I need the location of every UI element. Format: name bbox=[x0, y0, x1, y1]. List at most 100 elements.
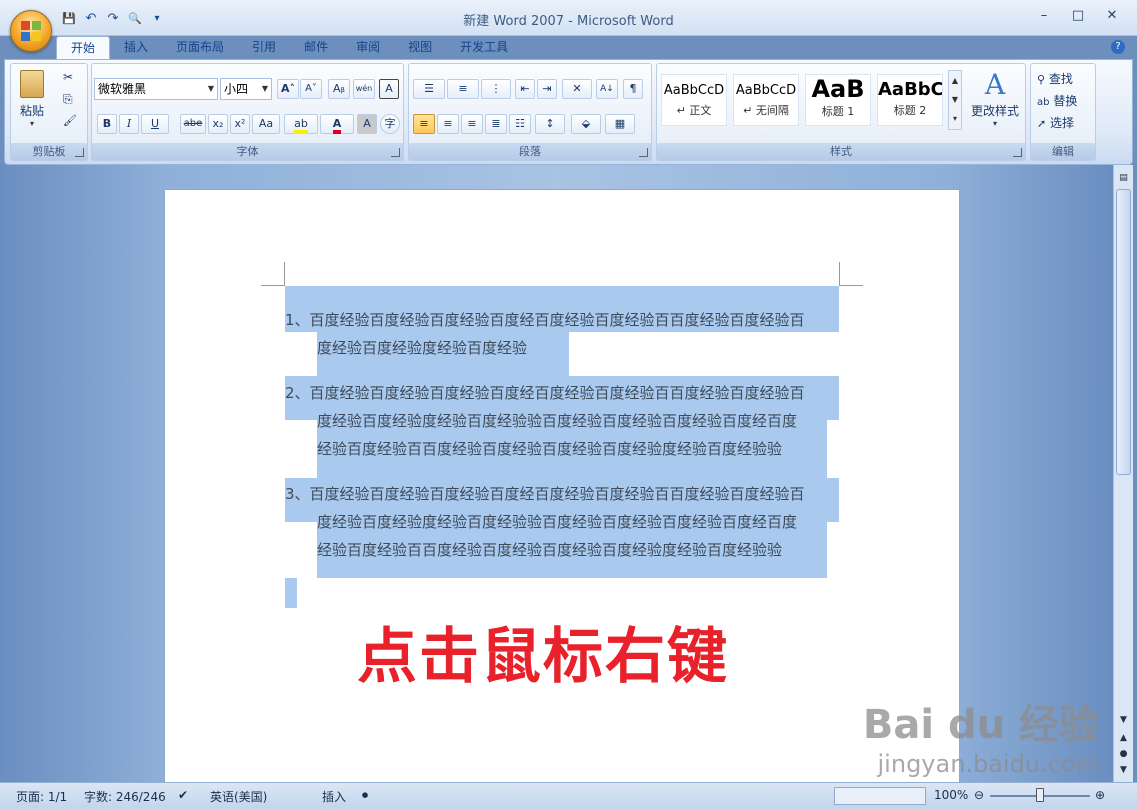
copy-icon[interactable]: ⎘ bbox=[63, 92, 73, 107]
enclose-char-button[interactable]: 字 bbox=[380, 114, 400, 134]
numbering-button[interactable]: ≡ bbox=[447, 79, 479, 99]
style-heading-1[interactable]: AaB 标题 1 bbox=[805, 74, 871, 126]
tab-home[interactable]: 开始 bbox=[56, 36, 111, 60]
justify-button[interactable]: ≣ bbox=[485, 114, 507, 134]
highlight-button[interactable]: ab bbox=[284, 114, 318, 134]
multilevel-list-button[interactable]: ⋮ bbox=[481, 79, 511, 99]
language-indicator[interactable]: 英语(美国) bbox=[210, 788, 267, 805]
paragraph-line[interactable]: 经验百度经验百百度经验百度经验百度经验百度经验度经验百度经验验 bbox=[317, 539, 782, 560]
view-buttons[interactable] bbox=[834, 787, 926, 805]
bullets-button[interactable]: ☰ bbox=[413, 79, 445, 99]
tab-developer[interactable]: 开发工具 bbox=[446, 36, 522, 60]
zoom-in-icon[interactable]: ⊕ bbox=[1095, 788, 1105, 802]
cut-icon[interactable]: ✂ bbox=[63, 70, 73, 84]
font-name-combo[interactable]: 微软雅黑 ▼ bbox=[94, 78, 218, 100]
paragraph-line[interactable]: 1、百度经验百度经验百度经验百度经百度经验百度经验百百度经验百度经验百 bbox=[285, 309, 805, 330]
zoom-slider-thumb[interactable] bbox=[1036, 788, 1044, 802]
format-painter-icon[interactable]: 🖌 bbox=[63, 114, 77, 127]
paragraph-line[interactable]: 2、百度经验百度经验百度经验百度经百度经验百度经验百百度经验百度经验百 bbox=[285, 382, 805, 403]
maximize-button[interactable]: □ bbox=[1061, 6, 1095, 26]
word-count[interactable]: 字数: 246/246 bbox=[84, 788, 166, 805]
chinese-layout-button[interactable]: ✕ bbox=[562, 79, 592, 99]
scroll-down-icon[interactable]: ▼ bbox=[1116, 715, 1131, 727]
decrease-indent-button[interactable]: ⇤ bbox=[515, 79, 535, 99]
undo-icon[interactable]: ↶ bbox=[82, 10, 100, 28]
ruler-toggle-icon[interactable]: ▤ bbox=[1116, 173, 1131, 185]
font-color-button[interactable]: A bbox=[320, 114, 354, 134]
office-button[interactable] bbox=[10, 10, 52, 52]
paragraph-line[interactable]: 经验百度经验百百度经验百度经验百度经验百度经验度经验百度经验验 bbox=[317, 438, 782, 459]
print-preview-icon[interactable]: 🔍 bbox=[126, 10, 144, 28]
strikethrough-button[interactable]: abe bbox=[180, 114, 206, 134]
paste-button[interactable]: 粘贴 ▾ bbox=[15, 68, 49, 138]
shrink-font-button[interactable]: A˅ bbox=[300, 79, 322, 99]
shading-button[interactable]: ⬙ bbox=[571, 114, 601, 134]
paragraph-line[interactable]: 度经验百度经验度经验百度经验 bbox=[317, 337, 527, 358]
scroll-down-icon[interactable]: ▼ bbox=[949, 90, 961, 109]
minimize-button[interactable]: – bbox=[1027, 6, 1061, 26]
browse-object-icon[interactable]: ● bbox=[1116, 749, 1131, 761]
char-shading-button[interactable]: A bbox=[357, 114, 377, 134]
paragraph-line[interactable]: 度经验百度经验度经验百度经验验百度经验百度经验百度经验百度经百度 bbox=[317, 511, 797, 532]
save-icon[interactable]: 💾 bbox=[60, 10, 78, 28]
customize-qat-icon[interactable]: ▾ bbox=[148, 10, 166, 28]
zoom-out-icon[interactable]: ⊖ bbox=[974, 788, 984, 802]
replace-button[interactable]: ab 替换 bbox=[1037, 92, 1077, 109]
bold-button[interactable]: B bbox=[97, 114, 117, 134]
scroll-up-icon[interactable]: ▲ bbox=[949, 71, 961, 90]
style-normal[interactable]: AaBbCcD ↵ 正文 bbox=[661, 74, 727, 126]
tab-mailings[interactable]: 邮件 bbox=[290, 36, 342, 60]
scrollbar-thumb[interactable] bbox=[1116, 189, 1131, 475]
help-icon[interactable]: ? bbox=[1111, 40, 1125, 54]
tab-page-layout[interactable]: 页面布局 bbox=[162, 36, 238, 60]
borders-button[interactable]: ▦ bbox=[605, 114, 635, 134]
distributed-button[interactable]: ☷ bbox=[509, 114, 531, 134]
grow-font-button[interactable]: A˄ bbox=[277, 79, 299, 99]
clipboard-launcher-icon[interactable] bbox=[75, 148, 84, 157]
align-left-button[interactable]: ≡ bbox=[413, 114, 435, 134]
change-case-button[interactable]: Aa bbox=[252, 114, 280, 134]
tab-review[interactable]: 审阅 bbox=[342, 36, 394, 60]
vertical-scrollbar[interactable]: ▤ ▼ ▲ ● ▼ bbox=[1113, 165, 1133, 782]
tab-insert[interactable]: 插入 bbox=[110, 36, 162, 60]
align-right-button[interactable]: ≡ bbox=[461, 114, 483, 134]
next-page-icon[interactable]: ▼ bbox=[1116, 765, 1131, 777]
style-no-spacing[interactable]: AaBbCcD ↵ 无间隔 bbox=[733, 74, 799, 126]
char-border-button[interactable]: A bbox=[379, 79, 399, 99]
insert-mode[interactable]: 插入 bbox=[322, 788, 346, 805]
close-button[interactable]: ✕ bbox=[1095, 6, 1129, 26]
superscript-button[interactable]: x² bbox=[230, 114, 250, 134]
proofing-icon[interactable]: ✔ bbox=[178, 788, 188, 802]
align-center-button[interactable]: ≡ bbox=[437, 114, 459, 134]
page-count[interactable]: 页面: 1/1 bbox=[16, 788, 67, 805]
paragraph-launcher-icon[interactable] bbox=[639, 148, 648, 157]
select-button[interactable]: ➚ 选择 bbox=[1037, 114, 1074, 131]
clear-format-button[interactable]: Aᵦ bbox=[328, 79, 350, 99]
show-marks-button[interactable]: ¶ bbox=[623, 79, 643, 99]
font-size-combo[interactable]: 小四 ▼ bbox=[220, 78, 272, 100]
prev-page-icon[interactable]: ▲ bbox=[1116, 733, 1131, 745]
find-button[interactable]: ⚲ 查找 bbox=[1037, 70, 1073, 87]
redo-icon[interactable]: ↷ bbox=[104, 10, 122, 28]
paragraph-line[interactable]: 度经验百度经验度经验百度经验验百度经验百度经验百度经验百度经百度 bbox=[317, 410, 797, 431]
style-heading-2[interactable]: AaBbC 标题 2 bbox=[877, 74, 943, 126]
title-bar: 新建 Word 2007 - Microsoft Word 💾 ↶ ↷ 🔍 ▾ … bbox=[0, 0, 1137, 36]
change-styles-button[interactable]: A 更改样式 ▾ bbox=[967, 68, 1023, 138]
document-page[interactable]: 1、百度经验百度经验百度经验百度经百度经验百度经验百百度经验百度经验百 度经验百… bbox=[164, 189, 960, 789]
subscript-button[interactable]: x₂ bbox=[208, 114, 228, 134]
styles-launcher-icon[interactable] bbox=[1013, 148, 1022, 157]
paragraph-line[interactable]: 3、百度经验百度经验百度经验百度经百度经验百度经验百百度经验百度经验百 bbox=[285, 483, 805, 504]
italic-button[interactable]: I bbox=[119, 114, 139, 134]
line-spacing-button[interactable]: ↕ bbox=[535, 114, 565, 134]
underline-button[interactable]: U bbox=[141, 114, 169, 134]
zoom-level[interactable]: 100% bbox=[934, 788, 968, 802]
more-icon[interactable]: ▾ bbox=[949, 109, 961, 128]
font-launcher-icon[interactable] bbox=[391, 148, 400, 157]
increase-indent-button[interactable]: ⇥ bbox=[537, 79, 557, 99]
phonetic-guide-button[interactable]: wén bbox=[353, 79, 375, 99]
tab-view[interactable]: 视图 bbox=[394, 36, 446, 60]
tab-references[interactable]: 引用 bbox=[238, 36, 290, 60]
styles-scroll[interactable]: ▲ ▼ ▾ bbox=[948, 70, 962, 130]
sort-button[interactable]: A↓ bbox=[596, 79, 618, 99]
macro-record-icon[interactable]: ⏺ bbox=[362, 788, 368, 803]
